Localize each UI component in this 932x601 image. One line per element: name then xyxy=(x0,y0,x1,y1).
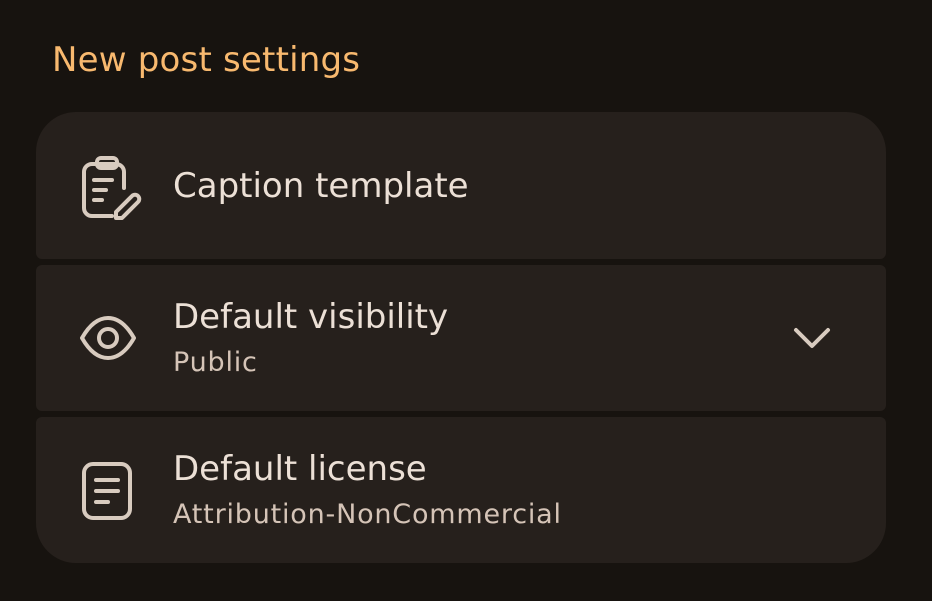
settings-page: New post settings Caption template Defau… xyxy=(0,0,932,601)
default-visibility-item[interactable]: Default visibility Public xyxy=(36,265,886,411)
section-title: New post settings xyxy=(52,40,361,80)
default-license-label: Default license xyxy=(173,449,427,489)
clipboard-edit-icon xyxy=(72,150,144,222)
default-visibility-value: Public xyxy=(173,347,258,378)
caption-template-label: Caption template xyxy=(173,166,469,206)
eye-icon xyxy=(72,302,144,374)
default-visibility-label: Default visibility xyxy=(173,297,449,337)
document-icon xyxy=(72,454,144,526)
default-license-item[interactable]: Default license Attribution-NonCommercia… xyxy=(36,417,886,563)
default-license-value: Attribution-NonCommercial xyxy=(173,499,562,530)
caption-template-item[interactable]: Caption template xyxy=(36,112,886,259)
chevron-down-icon[interactable] xyxy=(788,316,836,360)
